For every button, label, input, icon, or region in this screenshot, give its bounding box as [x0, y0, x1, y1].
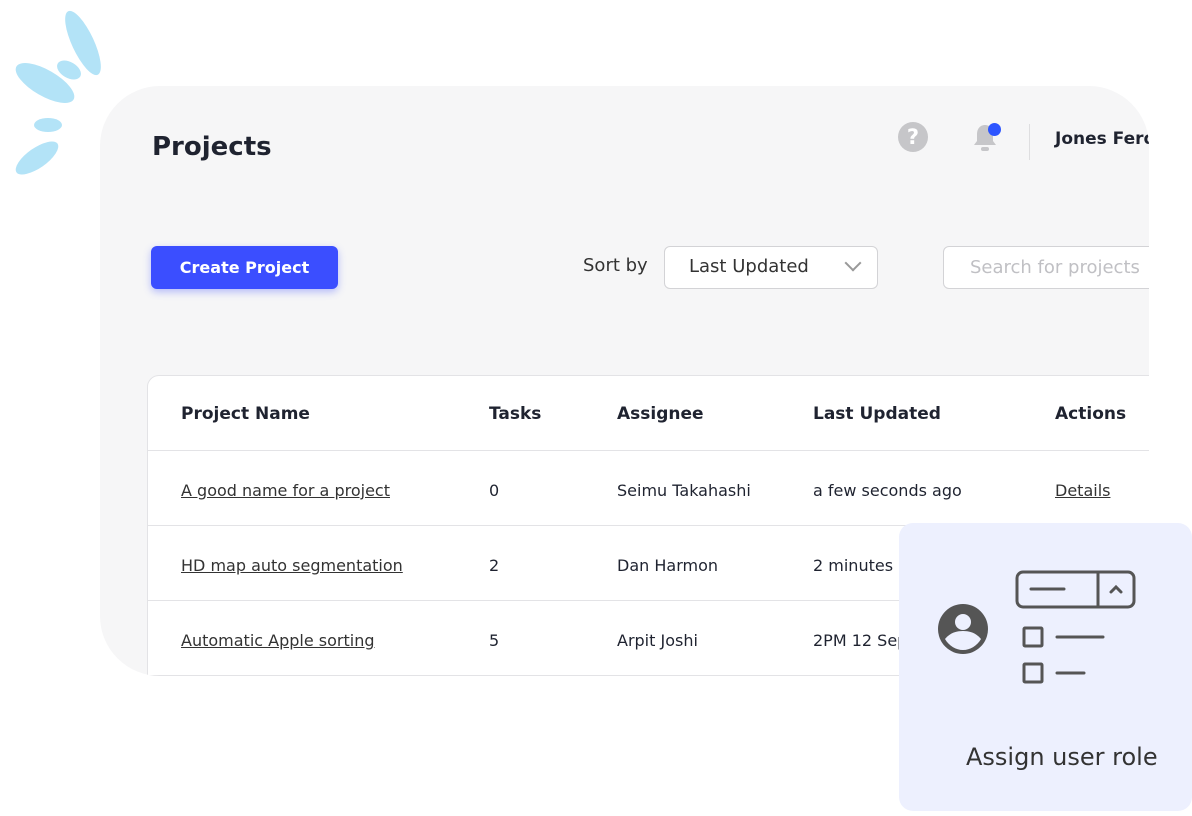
table-row: A good name for a project 0 Seimu Takaha… [148, 451, 1149, 526]
assignee: Dan Harmon [617, 556, 718, 575]
search-input[interactable] [943, 246, 1149, 289]
assignee: Seimu Takahashi [617, 481, 751, 500]
role-form-icon [1015, 570, 1136, 684]
task-count: 2 [489, 556, 500, 575]
divider [1029, 124, 1030, 160]
last-updated: 2 minutes a [813, 556, 908, 575]
header-project-name[interactable]: Project Name [181, 404, 310, 424]
header-assignee[interactable]: Assignee [617, 404, 704, 424]
last-updated: 2PM 12 Sep [813, 631, 908, 650]
task-count: 5 [489, 631, 500, 650]
project-link[interactable]: Automatic Apple sorting [181, 631, 375, 650]
chevron-down-icon [844, 254, 862, 272]
details-link[interactable]: Details [1055, 481, 1110, 500]
sort-label: Sort by [583, 255, 648, 276]
assign-user-role-card: Assign user role [899, 523, 1192, 811]
header-actions: Actions [1055, 404, 1127, 424]
sort-value: Last Updated [689, 256, 809, 277]
assignee: Arpit Joshi [617, 631, 698, 650]
user-name[interactable]: Jones Ferdi [1055, 129, 1149, 149]
project-link[interactable]: A good name for a project [181, 481, 390, 500]
project-link[interactable]: HD map auto segmentation [181, 556, 403, 575]
task-count: 0 [489, 481, 500, 500]
sort-select[interactable]: Last Updated [664, 246, 878, 289]
create-project-button[interactable]: Create Project [151, 246, 338, 289]
role-card-label: Assign user role [966, 743, 1158, 771]
user-avatar-icon [938, 604, 988, 654]
table-header: Project Name Tasks Assignee Last Updated… [148, 376, 1149, 451]
last-updated: a few seconds ago [813, 481, 962, 500]
notification-dot [988, 123, 1001, 136]
header-last-updated[interactable]: Last Updated [813, 404, 941, 424]
page-title: Projects [152, 132, 272, 162]
header-tasks[interactable]: Tasks [489, 404, 541, 424]
question-circle-icon[interactable]: ? [898, 122, 928, 152]
